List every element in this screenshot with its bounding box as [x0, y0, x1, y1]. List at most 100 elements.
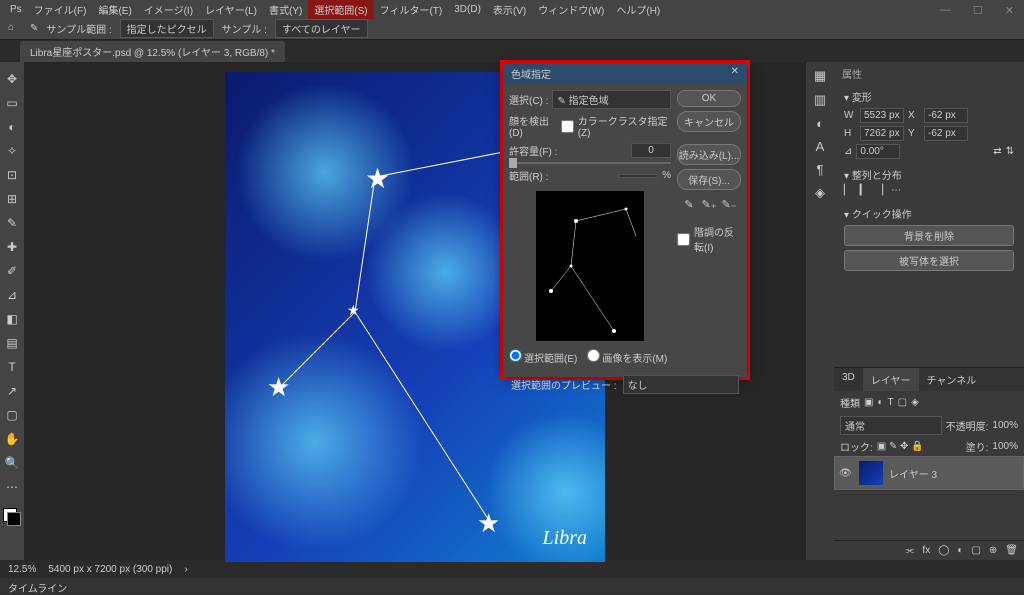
width-input[interactable]	[860, 108, 904, 123]
styles-panel-icon[interactable]: ◈	[815, 185, 825, 201]
radio-image[interactable]: 画像を表示(M)	[587, 349, 667, 365]
crop-tool-icon[interactable]: ⊡	[3, 166, 21, 184]
opacity-value[interactable]: 100%	[992, 420, 1018, 431]
menu-image[interactable]: イメージ(I)	[138, 0, 199, 19]
filter-smart-icon[interactable]: ◈	[911, 397, 919, 408]
lasso-tool-icon[interactable]: ◐	[3, 118, 21, 136]
path-tool-icon[interactable]: ↗	[3, 382, 21, 400]
shape-tool-icon[interactable]: ▢	[3, 406, 21, 424]
stamp-tool-icon[interactable]: ⊿	[3, 286, 21, 304]
save-button[interactable]: 保存(S)...	[677, 169, 741, 190]
angle-input[interactable]	[856, 144, 900, 159]
select-subject-button[interactable]: 被写体を選択	[844, 250, 1014, 271]
home-icon[interactable]: ⌂	[8, 22, 22, 36]
menu-help[interactable]: ヘルプ(H)	[610, 0, 666, 19]
sample-area-select[interactable]: 指定したピクセル	[120, 19, 214, 38]
dialog-close-icon[interactable]: ✕	[731, 66, 739, 81]
cancel-button[interactable]: キャンセル	[677, 111, 741, 132]
invert-checkbox[interactable]: 階調の反転(I)	[677, 224, 741, 254]
preview-mode-select[interactable]: なし	[623, 375, 739, 394]
paragraph-panel-icon[interactable]: ¶	[817, 162, 824, 177]
zoom-level[interactable]: 12.5%	[8, 564, 36, 575]
load-button[interactable]: 読み込み(L)...	[677, 144, 741, 165]
eyedropper-icon[interactable]: ✎	[3, 214, 21, 232]
layer-row[interactable]: 👁 レイヤー 3	[834, 456, 1024, 490]
blend-mode-select[interactable]: 通常	[840, 416, 942, 435]
eyedropper-tool-icon[interactable]: ✎	[30, 23, 38, 34]
y-input[interactable]	[924, 126, 968, 141]
flip-h-icon[interactable]: ⇄	[993, 146, 1001, 157]
menu-filter[interactable]: フィルター(T)	[374, 0, 449, 19]
adjustment-layer-icon[interactable]: ◐	[957, 545, 963, 556]
eyedropper-add-icon[interactable]: ✎₊	[701, 198, 717, 214]
menu-file[interactable]: ファイル(F)	[28, 0, 93, 19]
maximize-icon[interactable]: ☐	[967, 2, 989, 19]
align-center-icon[interactable]: ▎	[860, 185, 868, 196]
lock-icons[interactable]: ▣ ✎ ✥ 🔒	[877, 441, 924, 452]
radio-selection[interactable]: 選択範囲(E)	[509, 349, 577, 365]
gradient-tool-icon[interactable]: ▤	[3, 334, 21, 352]
document-tab[interactable]: Libra星座ポスター.psd @ 12.5% (レイヤー 3, RGB/8) …	[20, 41, 285, 62]
remove-bg-button[interactable]: 背景を削除	[844, 225, 1014, 246]
status-chevron-icon[interactable]: ›	[184, 564, 187, 575]
color-panel-icon[interactable]: ▦	[814, 68, 826, 84]
minimize-icon[interactable]: —	[934, 2, 957, 19]
filter-shape-icon[interactable]: ▢	[898, 397, 907, 408]
filter-type-icon[interactable]: T	[888, 397, 894, 408]
menu-window[interactable]: ウィンドウ(W)	[532, 0, 610, 19]
new-layer-icon[interactable]: ⊕	[989, 545, 997, 556]
mask-icon[interactable]: ◯	[938, 545, 949, 556]
flip-v-icon[interactable]: ⇅	[1006, 146, 1014, 157]
dialog-titlebar[interactable]: 色域指定 ✕	[503, 63, 747, 84]
layer-thumbnail[interactable]	[859, 461, 883, 485]
select-dropdown[interactable]: ✎ 指定色域	[552, 90, 671, 109]
sample-select[interactable]: すべてのレイヤー	[275, 19, 368, 38]
color-swatch[interactable]	[3, 508, 21, 526]
layer-name[interactable]: レイヤー 3	[889, 466, 937, 481]
more-tools-icon[interactable]: ⋯	[3, 478, 21, 496]
cluster-checkbox[interactable]	[561, 120, 574, 133]
group-icon[interactable]: ▢	[971, 545, 980, 556]
eyedropper-icon[interactable]: ✎	[681, 198, 697, 214]
close-icon[interactable]: ✕	[999, 2, 1020, 19]
delete-layer-icon[interactable]: 🗑	[1005, 545, 1018, 556]
timeline-panel-tab[interactable]: タイムライン	[0, 578, 1024, 594]
move-tool-icon[interactable]: ✥	[3, 70, 21, 88]
eyedropper-sub-icon[interactable]: ✎₋	[721, 198, 737, 214]
tab-layers[interactable]: レイヤー	[863, 368, 919, 391]
fuzziness-input[interactable]: 0	[631, 143, 671, 158]
hand-tool-icon[interactable]: ✋	[3, 430, 21, 448]
brush-tool-icon[interactable]: ✐	[3, 262, 21, 280]
adjustments-panel-icon[interactable]: ◐	[816, 116, 824, 131]
menu-type[interactable]: 書式(Y)	[263, 0, 308, 19]
menu-select[interactable]: 選択範囲(S)	[308, 0, 373, 19]
marquee-tool-icon[interactable]: ▭	[3, 94, 21, 112]
filter-adjust-icon[interactable]: ◐	[877, 397, 883, 408]
menu-layer[interactable]: レイヤー(L)	[199, 0, 263, 19]
type-panel-icon[interactable]: A	[816, 139, 825, 154]
fuzziness-slider[interactable]	[509, 162, 671, 164]
menu-3d[interactable]: 3D(D)	[448, 2, 487, 17]
swatches-panel-icon[interactable]: ▥	[814, 92, 826, 108]
tab-channels[interactable]: チャンネル	[919, 368, 985, 391]
heal-tool-icon[interactable]: ✚	[3, 238, 21, 256]
wand-tool-icon[interactable]: ✧	[3, 142, 21, 160]
menu-edit[interactable]: 編集(E)	[92, 0, 137, 19]
eraser-tool-icon[interactable]: ◧	[3, 310, 21, 328]
visibility-icon[interactable]: 👁	[839, 468, 853, 479]
ok-button[interactable]: OK	[677, 90, 741, 107]
type-tool-icon[interactable]: T	[3, 358, 21, 376]
x-input[interactable]	[924, 108, 968, 123]
fill-value[interactable]: 100%	[992, 441, 1018, 452]
fx-icon[interactable]: fx	[922, 545, 930, 556]
align-right-icon[interactable]: ▕	[875, 185, 883, 196]
frame-tool-icon[interactable]: ⊞	[3, 190, 21, 208]
height-input[interactable]	[860, 126, 904, 141]
tab-3d[interactable]: 3D	[834, 368, 863, 391]
link-layers-icon[interactable]: ⫘	[905, 545, 914, 556]
align-left-icon[interactable]: ▏	[844, 185, 852, 196]
filter-pixel-icon[interactable]: ▣	[864, 397, 873, 408]
zoom-tool-icon[interactable]: 🔍	[3, 454, 21, 472]
align-more-icon[interactable]: ⋯	[891, 185, 901, 196]
menu-view[interactable]: 表示(V)	[487, 0, 532, 19]
